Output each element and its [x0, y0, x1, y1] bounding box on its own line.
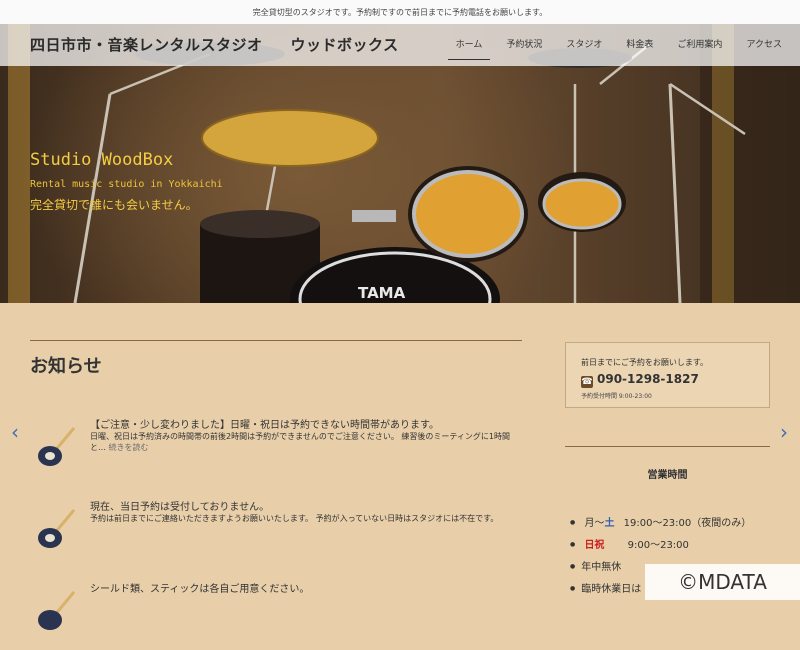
news-item-title[interactable]: シールド類、スティックは各自ご用意ください。 — [90, 580, 520, 595]
list-item: 日祝 9:00〜23:00 — [570, 534, 770, 556]
logo-main-text: 四日市市・音楽レンタルスタジオ — [30, 36, 263, 54]
hero-banner: TAMA 四日市市・音楽レンタルスタジオ ウッドボックス ホーム 予約状況 スタジ… — [0, 24, 800, 303]
guitar-icon — [38, 591, 76, 630]
nav-item-home[interactable]: ホーム — [444, 24, 495, 66]
holiday-hours: 9:00〜23:00 — [627, 540, 689, 551]
business-hours-heading: 営業時間 — [647, 470, 688, 481]
nav-item-guide[interactable]: ご利用案内 — [665, 24, 734, 66]
site-logo[interactable]: 四日市市・音楽レンタルスタジオ ウッドボックス — [30, 34, 399, 55]
holiday-label: 日祝 — [584, 540, 605, 551]
news-item[interactable]: 現在、当日予約は受付しておりません。 予約は前日までにご連絡いただきますようお願… — [30, 498, 522, 568]
nav-item-studio[interactable]: スタジオ — [554, 24, 614, 66]
news-item-excerpt: 予約は前日までにご連絡いただきますようお願いいたします。 予約が入っていない日時… — [90, 514, 499, 523]
watermark: ©MDATA — [645, 564, 800, 600]
nav-item-reservation-status[interactable]: 予約状況 — [494, 24, 554, 66]
sidebar-divider — [565, 446, 770, 447]
nav-item-price-list[interactable]: 料金表 — [614, 24, 665, 66]
news-item[interactable]: シールド類、スティックは各自ご用意ください。 — [30, 580, 522, 650]
guitar-icon — [38, 509, 76, 548]
saturday-label: 土 — [604, 518, 615, 529]
news-item-title[interactable]: 【ご注意・少し変わりました】日曜・祝日は予約できない時間帯があります。 — [90, 416, 520, 431]
open-all-year-text: 年中無休 — [581, 562, 622, 573]
contact-lead: 前日までにご予約をお願いします。 — [581, 358, 709, 367]
hero-catchphrase: 完全貸切で誰にも会いません。 — [30, 198, 198, 212]
weekday-label: 月〜 — [584, 518, 605, 529]
news-divider — [30, 340, 522, 341]
news-heading: お知らせ — [30, 356, 102, 377]
temporary-closure-text: 臨時休業日は — [581, 584, 642, 595]
weekday-hours: 19:00〜23:00（夜間のみ） — [623, 518, 752, 529]
list-item: 月〜土 19:00〜23:00（夜間のみ） — [570, 512, 770, 534]
nav-item-access[interactable]: アクセス — [734, 24, 794, 66]
hero-text-block: Studio WoodBox Rental music studio in Yo… — [30, 150, 223, 213]
guitar-icon — [38, 427, 76, 466]
phone-icon: ☎ — [581, 376, 593, 388]
reception-hours: 予約受付時間 9:00-23:00 — [581, 393, 652, 400]
news-item-excerpt: 日曜、祝日は予約済みの時間帯の前後2時間は予約ができませんのでご注意ください。 … — [90, 431, 520, 453]
main-nav: ホーム 予約状況 スタジオ 料金表 ご利用案内 アクセス — [444, 24, 794, 66]
news-item-excerpt-text: 日曜、祝日は予約済みの時間帯の前後2時間は予約ができませんのでご注意ください。 … — [90, 432, 510, 452]
top-notice-text: 完全貸切型のスタジオです。予約制ですので前日までに予約電話をお願いします。 — [252, 7, 548, 17]
slider-prev-arrow[interactable]: ‹ — [7, 420, 23, 444]
news-item-title[interactable]: 現在、当日予約は受付しておりません。 — [90, 498, 520, 513]
logo-sub-text: ウッドボックス — [290, 36, 399, 54]
contact-box: 前日までにご予約をお願いします。 ☎ 090-1298-1827 予約受付時間 9… — [565, 342, 770, 408]
read-more-link[interactable]: 続きを読む — [109, 443, 149, 452]
news-item[interactable]: 【ご注意・少し変わりました】日曜・祝日は予約できない時間帯があります。 日曜、祝… — [30, 416, 522, 486]
hero-title: Studio WoodBox — [30, 150, 174, 170]
hero-subtitle: Rental music studio in Yokkaichi — [30, 179, 223, 190]
site-header: 四日市市・音楽レンタルスタジオ ウッドボックス ホーム 予約状況 スタジオ 料金表… — [0, 24, 800, 66]
drum-brand-label: TAMA — [358, 284, 406, 302]
slider-next-arrow[interactable]: › — [776, 420, 792, 444]
top-notice-bar: 完全貸切型のスタジオです。予約制ですので前日までに予約電話をお願いします。 — [0, 0, 800, 24]
phone-number: 090-1298-1827 — [597, 372, 699, 386]
phone-number-link[interactable]: ☎ 090-1298-1827 — [581, 372, 699, 388]
